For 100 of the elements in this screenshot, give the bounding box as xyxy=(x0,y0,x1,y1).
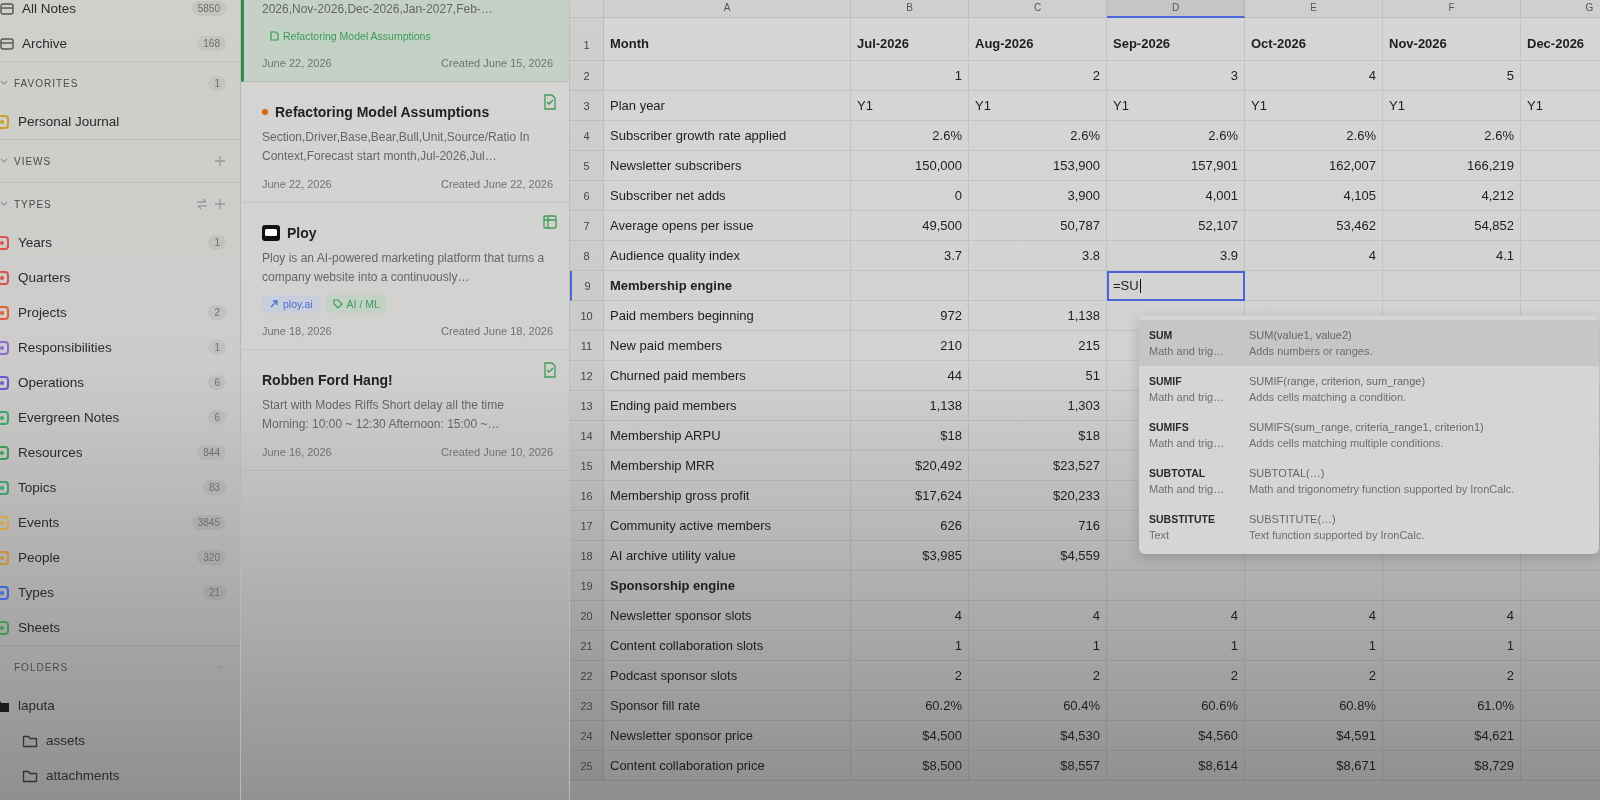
table-cell: Y1 xyxy=(969,91,1107,121)
row-header[interactable]: 19 xyxy=(570,571,604,601)
table-cell: 2.6% xyxy=(851,121,969,151)
table-cell: 210 xyxy=(851,331,969,361)
chevron-icon[interactable] xyxy=(0,200,8,208)
column-header[interactable]: E xyxy=(1245,0,1383,18)
table-cell: 3.7 xyxy=(851,241,969,271)
row-header[interactable]: 8 xyxy=(570,241,604,271)
folder-item[interactable]: laputa xyxy=(18,698,226,713)
sidebar-item[interactable]: Events xyxy=(18,515,184,530)
row-header[interactable]: 4 xyxy=(570,121,604,151)
sidebar-item[interactable]: People xyxy=(18,550,190,565)
sidebar-item[interactable]: Years xyxy=(18,235,201,250)
table-cell: 53,462 xyxy=(1245,211,1383,241)
table-cell: 2.6% xyxy=(1383,121,1521,151)
sidebar-item[interactable]: Topics xyxy=(18,480,195,495)
table-cell: New paid members xyxy=(604,331,851,361)
note-card[interactable]: Robben Ford Hang! Start with Modes Riffs Short delay all the time Morning: 10:00 ~ 12:30 Afternoon: 15:00 ~… June 16, 2026 Created June 10, 2026 xyxy=(241,350,569,471)
row-header[interactable]: 21 xyxy=(570,631,604,661)
table-cell: 2 xyxy=(969,661,1107,691)
row-header[interactable]: 20 xyxy=(570,601,604,631)
table-cell: Average opens per issue xyxy=(604,211,851,241)
row-header[interactable]: 23 xyxy=(570,691,604,721)
row-header[interactable]: 5 xyxy=(570,151,604,181)
row-header[interactable]: 11 xyxy=(570,331,604,361)
suggestion-item[interactable]: SUMIF SUMIF(range, criterion, sum_range) Math and trig… Adds cells matching a condition. xyxy=(1139,366,1599,412)
table-cell: 1,303 xyxy=(969,391,1107,421)
table-cell: $18 xyxy=(851,421,969,451)
row-header[interactable]: 15 xyxy=(570,451,604,481)
column-header[interactable]: F xyxy=(1383,0,1521,18)
nav-item[interactable]: Archive xyxy=(22,36,190,51)
function-description: Adds numbers or ranges. xyxy=(1249,345,1374,357)
row-header[interactable]: 13 xyxy=(570,391,604,421)
table-cell: Dec-2026 xyxy=(1521,18,1600,61)
table-cell: $4,559 xyxy=(969,541,1107,571)
nav-item[interactable]: All Notes xyxy=(22,1,184,16)
sidebar-item[interactable]: Quarters xyxy=(18,270,226,285)
folder-item[interactable]: attachments xyxy=(46,768,226,783)
sidebar-item[interactable]: Personal Journal xyxy=(18,114,226,129)
suggestion-item[interactable]: SUM SUM(value1, value2) Math and trig… Adds numbers or ranges. xyxy=(1139,320,1599,366)
function-description: Adds cells matching a condition. xyxy=(1249,391,1408,403)
row-header[interactable]: 18 xyxy=(570,541,604,571)
chevron-icon[interactable] xyxy=(0,79,8,87)
table-cell: 60.6% xyxy=(1107,691,1245,721)
table-cell: Nov-2026 xyxy=(1383,18,1521,61)
column-header[interactable]: B xyxy=(851,0,969,18)
column-header[interactable]: D xyxy=(1107,0,1245,18)
sidebar-item[interactable]: Sheets xyxy=(18,620,226,635)
sidebar-item[interactable]: Evergreen Notes xyxy=(18,410,201,425)
table-cell: 60.4% xyxy=(969,691,1107,721)
suggestion-item[interactable]: SUBSTITUTE SUBSTITUTE(…) Text Text function supported by IronCalc. xyxy=(1139,504,1599,550)
row-header[interactable]: 22 xyxy=(570,661,604,691)
corner-cell xyxy=(570,0,604,18)
sidebar-item[interactable]: Responsibilities xyxy=(18,340,201,355)
table-cell: Content collaboration slots xyxy=(604,631,851,661)
table-cell: 2 xyxy=(1107,661,1245,691)
row-header[interactable]: 3 xyxy=(570,91,604,121)
table-cell: 4 xyxy=(1383,601,1521,631)
item-count: 6 xyxy=(208,410,226,425)
item-count: 2 xyxy=(208,305,226,320)
row-header[interactable]: 16 xyxy=(570,481,604,511)
suggestion-item[interactable]: SUBTOTAL SUBTOTAL(…) Math and trig… Math and trigonometry function supported by IronCalc. xyxy=(1139,458,1599,504)
table-cell: Plan year xyxy=(604,91,851,121)
row-header[interactable]: 10 xyxy=(570,301,604,331)
row-header[interactable]: 9 xyxy=(570,271,604,301)
table-cell: 3,900 xyxy=(969,181,1107,211)
column-header[interactable]: G xyxy=(1521,0,1600,18)
column-header[interactable]: A xyxy=(604,0,851,18)
function-signature: SUMIFS(sum_range, criteria_range1, criterion1) xyxy=(1249,421,1485,433)
add-icon[interactable] xyxy=(214,155,226,167)
sort-icon[interactable] xyxy=(196,198,208,210)
function-name: SUMIFS xyxy=(1149,421,1190,433)
row-header[interactable]: 2 xyxy=(570,61,604,91)
note-card[interactable]: 2026,Nov-2026,Dec-2026,Jan-2027,Feb-… Refactoring Model Assumptions June 22, 2026 Created June 15, 2026 xyxy=(241,0,569,82)
sidebar-item[interactable]: Projects xyxy=(18,305,201,320)
row-header[interactable]: 12 xyxy=(570,361,604,391)
function-category: Math and trig… xyxy=(1149,483,1226,495)
row-header[interactable]: 7 xyxy=(570,211,604,241)
row-header[interactable]: 6 xyxy=(570,181,604,211)
folder-item[interactable]: assets xyxy=(46,733,226,748)
sidebar-item[interactable]: Resources xyxy=(18,445,190,460)
table-cell: 4 xyxy=(1245,601,1383,631)
table-cell: 4,001 xyxy=(1107,181,1245,211)
suggestion-item[interactable]: SUMIFS SUMIFS(sum_range, criteria_range1, criterion1) Math and trig… Adds cells matching multiple conditions. xyxy=(1139,412,1599,458)
add-icon[interactable] xyxy=(214,198,226,210)
row-header[interactable]: 17 xyxy=(570,511,604,541)
table-cell: 2 xyxy=(969,61,1107,91)
table-cell: Jul-2026 xyxy=(851,18,969,61)
row-header[interactable]: 1 xyxy=(570,18,604,61)
row-header[interactable]: 14 xyxy=(570,421,604,451)
table-cell: $8,671 xyxy=(1245,751,1383,781)
chevron-icon[interactable] xyxy=(0,157,8,165)
column-header[interactable]: C xyxy=(969,0,1107,18)
function-description: Adds cells matching multiple conditions. xyxy=(1249,437,1445,449)
sidebar-item[interactable]: Types xyxy=(18,585,195,600)
table-cell: Newsletter sponsor slots xyxy=(604,601,851,631)
modified-date: June 22, 2026 xyxy=(262,178,332,190)
cell-editor[interactable]: =SU xyxy=(1107,271,1245,301)
sidebar-item[interactable]: Operations xyxy=(18,375,201,390)
note-card[interactable]: Refactoring Model Assumptions Section,Driver,Base,Bear,Bull,Unit,Source/Ratio In Context,Forecast start month,Jul-2026,Jul… June 22, 2026 Created June 22, 2026 xyxy=(241,82,569,203)
